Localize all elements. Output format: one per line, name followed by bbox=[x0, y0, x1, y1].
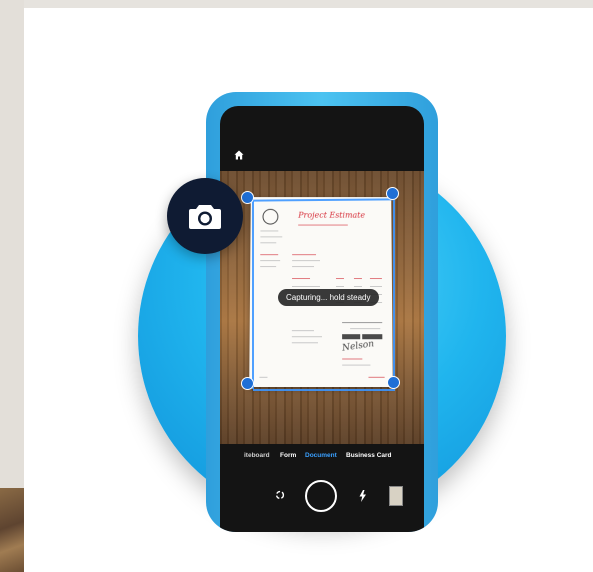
document-logo bbox=[262, 208, 279, 225]
crop-edge-bottom bbox=[253, 389, 395, 391]
mode-form[interactable]: Form bbox=[280, 452, 296, 459]
crop-edge-right bbox=[393, 195, 395, 389]
crop-handle-top-right[interactable] bbox=[386, 187, 399, 200]
rotate-icon[interactable] bbox=[275, 490, 285, 500]
capture-mode-bar: iteboard Form Document Business Card bbox=[220, 452, 424, 466]
camera-badge bbox=[167, 178, 243, 254]
phone-screen: Project Estimate Nelson Capturing... hol… bbox=[220, 106, 424, 532]
capture-thumbnail[interactable] bbox=[389, 486, 403, 506]
background-strip bbox=[0, 0, 24, 572]
mode-document[interactable]: Document bbox=[305, 452, 337, 459]
shutter-button[interactable] bbox=[305, 480, 337, 512]
document-signature: Nelson bbox=[341, 339, 375, 354]
mode-business-card[interactable]: Business Card bbox=[346, 452, 392, 459]
document-title: Project Estimate bbox=[298, 210, 366, 220]
home-icon[interactable] bbox=[234, 150, 244, 160]
flash-auto-icon[interactable] bbox=[358, 490, 368, 502]
crop-handle-bottom-left[interactable] bbox=[241, 377, 254, 390]
crop-handle-bottom-right[interactable] bbox=[387, 376, 400, 389]
camera-icon bbox=[189, 205, 221, 229]
camera-viewfinder: Project Estimate Nelson Capturing... hol… bbox=[220, 171, 424, 444]
crop-edge-left bbox=[252, 199, 254, 389]
crop-handle-top-left[interactable] bbox=[241, 191, 254, 204]
background-wood bbox=[0, 488, 24, 572]
phone-frame: Project Estimate Nelson Capturing... hol… bbox=[206, 92, 438, 532]
capture-status-toast: Capturing... hold steady bbox=[278, 289, 379, 306]
mode-whiteboard[interactable]: iteboard bbox=[244, 452, 270, 459]
